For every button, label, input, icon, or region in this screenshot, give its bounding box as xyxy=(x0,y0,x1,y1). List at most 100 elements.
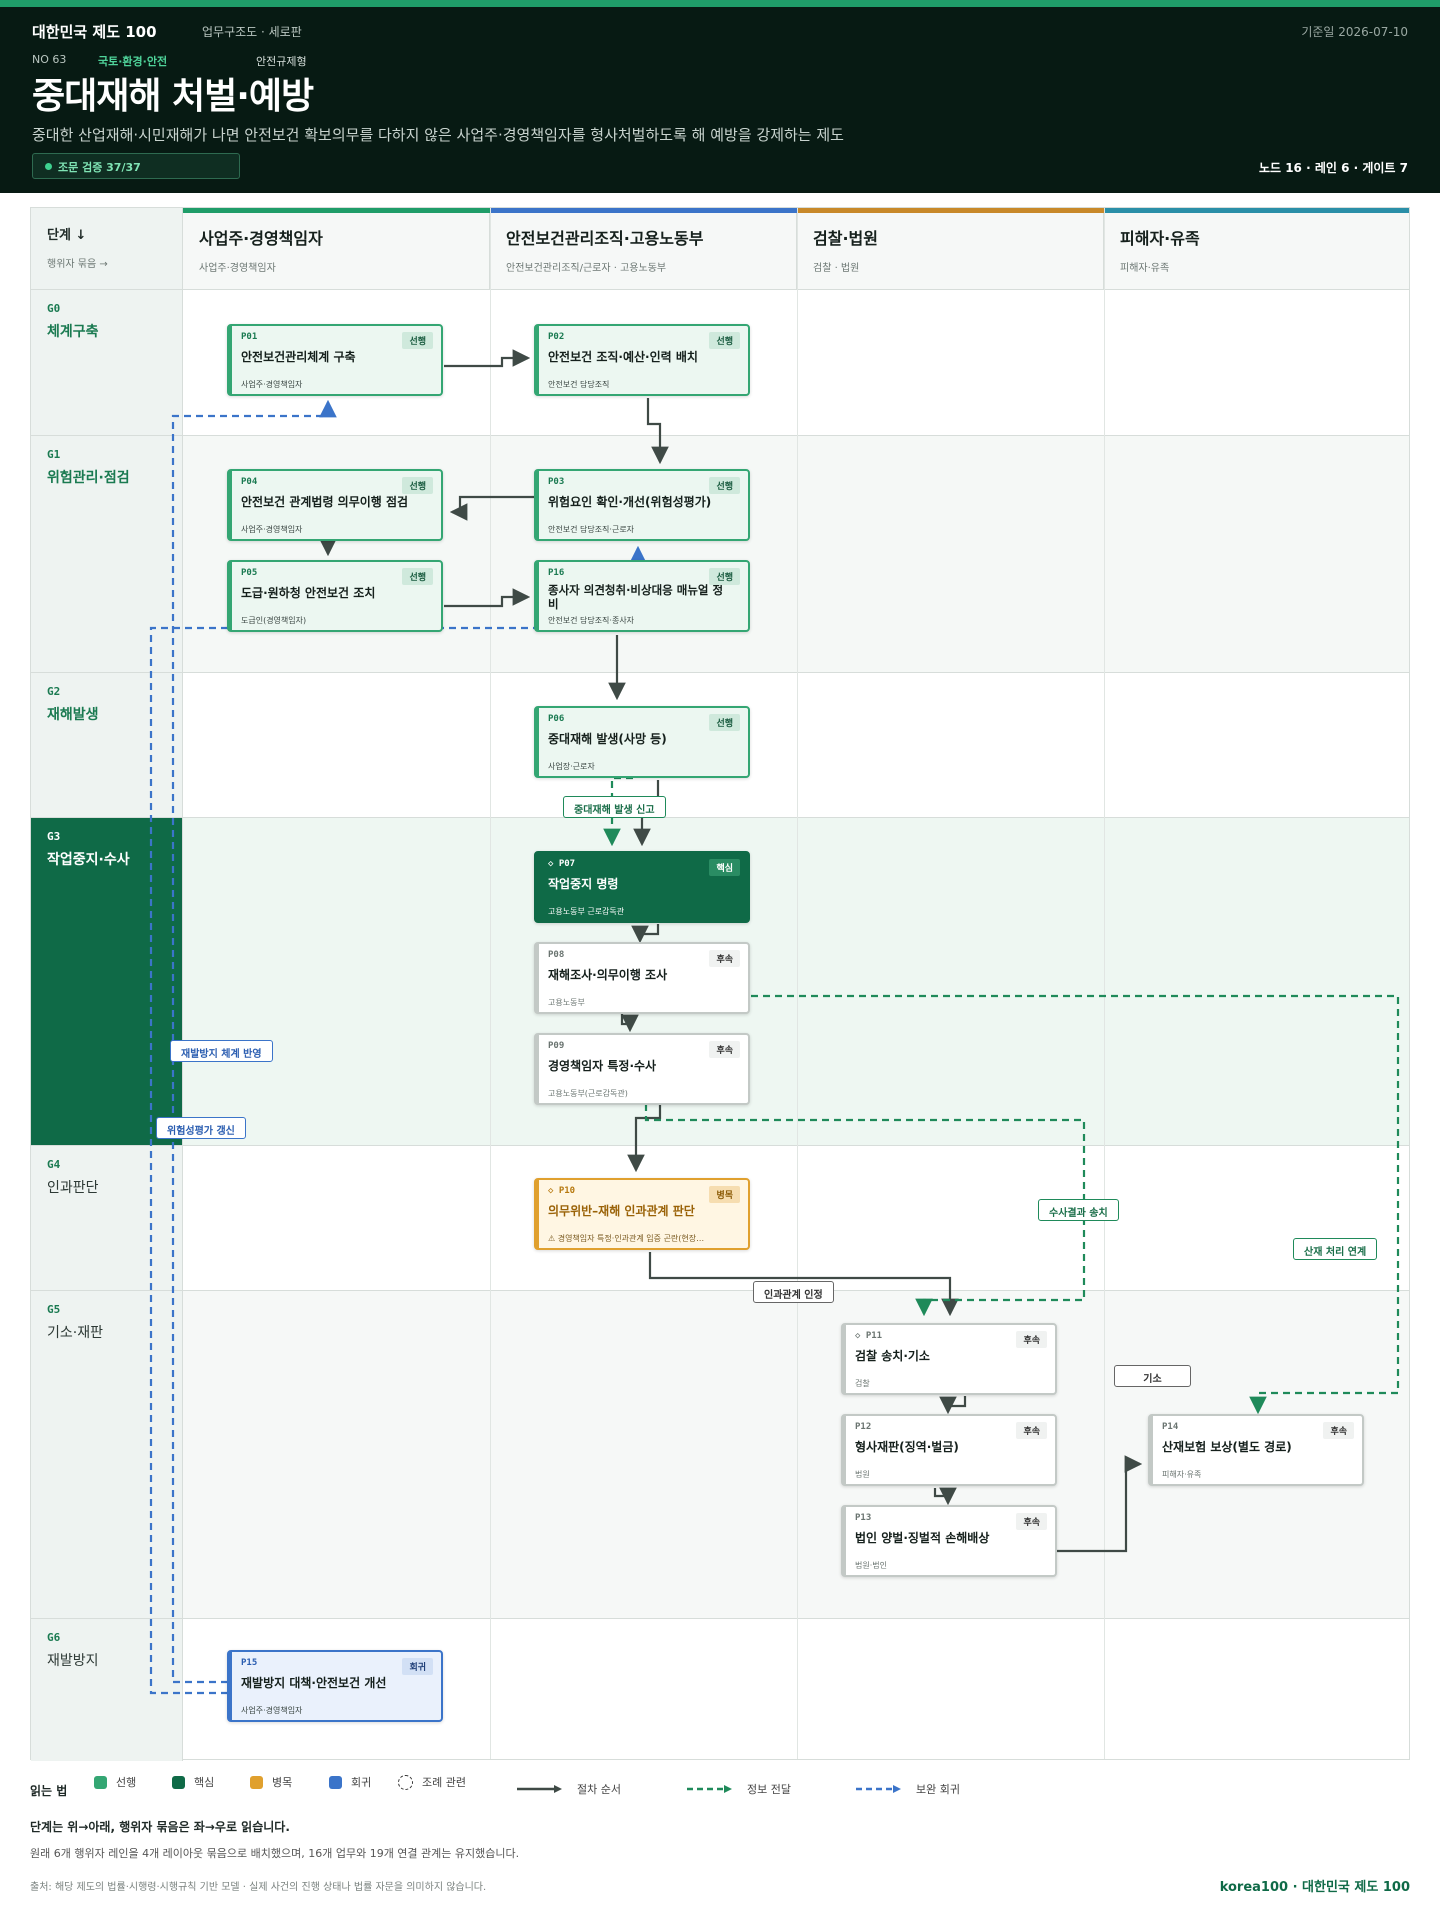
edge-label-causal: 인과관계 인정 xyxy=(753,1281,834,1303)
node-actor: ⚠ 경영책임자 특정·인과관계 입증 곤란(현장… xyxy=(548,1234,705,1243)
stage-id: G1 xyxy=(47,448,61,461)
legend-label: 핵심 xyxy=(194,1776,215,1789)
node-tag: 병목 xyxy=(709,1186,740,1203)
node-title: 산재보험 보상(별도 경로) xyxy=(1162,1440,1292,1454)
swatch-icon xyxy=(329,1775,342,1789)
page-subtitle: 중대한 산업재해·시민재해가 나면 안전보건 확보의무를 다하지 않은 사업주·… xyxy=(32,126,844,144)
node-tag: 핵심 xyxy=(709,859,740,876)
swatch-icon xyxy=(250,1775,263,1789)
footer-brand[interactable]: korea100 · 대한민국 제도 100 xyxy=(1220,1876,1410,1895)
brand-title[interactable]: 대한민국 제도 100 xyxy=(32,21,157,42)
legend-core: 핵심 xyxy=(172,1774,214,1790)
process-node-p12[interactable]: P12 후속 형사재판(징역·벌금) 법원 xyxy=(841,1414,1057,1486)
process-node-p04[interactable]: P04 선행 안전보건 관계법령 의무이행 점검 사업주·경영책임자 xyxy=(227,469,443,541)
node-tag: 선행 xyxy=(709,477,740,494)
stage-id: G0 xyxy=(47,302,61,315)
swatch-icon xyxy=(172,1775,185,1789)
process-node-p02[interactable]: P02 선행 안전보건 조직·예산·인력 배치 안전보건 담당조직 xyxy=(534,324,750,396)
legend-label: 선행 xyxy=(116,1776,137,1789)
source-note: 출처: 해당 제도의 법률·시행령·시행규칙 기반 모델 · 실제 사건의 진행… xyxy=(30,1882,487,1893)
stage-id: G4 xyxy=(47,1158,61,1171)
node-tag: 선행 xyxy=(709,568,740,585)
lane-subtitle: 피해자·유족 xyxy=(1120,263,1170,274)
legend-prior: 선행 xyxy=(94,1774,136,1790)
process-node-p11[interactable]: ◇ P11 후속 검찰 송치·기소 검찰 xyxy=(841,1323,1057,1395)
node-title: 안전보건 관계법령 의무이행 점검 xyxy=(241,495,409,509)
edge-label-indict: 기소 xyxy=(1114,1365,1191,1387)
solid-arrow-icon xyxy=(517,1785,562,1793)
stage-name: 재해발생 xyxy=(47,707,99,723)
process-node-p13[interactable]: P13 후속 법인 양벌·징벌적 손해배상 법원·법인 xyxy=(841,1505,1057,1577)
green-dashed-arrow-icon xyxy=(687,1785,732,1793)
node-actor: 안전보건 담당조직·근로자 xyxy=(548,525,635,534)
process-node-p14[interactable]: P14 후속 산재보험 보상(별도 경로) 피해자·유족 xyxy=(1148,1414,1364,1486)
node-title: 재해조사·의무이행 조사 xyxy=(548,968,668,982)
stage-label: G6 재발방지 xyxy=(31,1619,183,1761)
process-node-p03[interactable]: P03 선행 위험요인 확인·개선(위험성평가) 안전보건 담당조직·근로자 xyxy=(534,469,750,541)
page-title: 중대재해 처벌·예방 xyxy=(32,76,314,117)
process-node-p10[interactable]: ◇ P10 병목 의무위반–재해 인과관계 판단 ⚠ 경영책임자 특정·인과관계… xyxy=(534,1178,750,1250)
lane-subtitle: 사업주·경영책임자 xyxy=(199,263,276,274)
node-title: 법인 양벌·징벌적 손해배상 xyxy=(855,1531,990,1545)
process-node-p08[interactable]: P08 후속 재해조사·의무이행 조사 고용노동부 xyxy=(534,942,750,1014)
lane-divider xyxy=(490,208,491,1759)
view-label: 업무구조도 · 세로판 xyxy=(202,25,302,39)
node-title: 재발방지 대책·안전보건 개선 xyxy=(241,1676,387,1690)
node-title: 검찰 송치·기소 xyxy=(855,1349,930,1363)
stage-name: 작업중지·수사 xyxy=(47,852,130,868)
process-node-p15[interactable]: P15 회귀 재발방지 대책·안전보건 개선 사업주·경영책임자 xyxy=(227,1650,443,1722)
process-node-p07[interactable]: ◇ P07 핵심 작업중지 명령 고용노동부 근로감독관 xyxy=(534,851,750,923)
page-header: 대한민국 제도 100 업무구조도 · 세로판 기준일 2026-07-10 N… xyxy=(0,7,1440,193)
dashed-circle-icon xyxy=(398,1774,413,1790)
legend-label: 보완 회귀 xyxy=(916,1783,960,1796)
legend-label: 병목 xyxy=(272,1776,293,1789)
lane-divider xyxy=(1104,208,1105,1759)
process-node-p01[interactable]: P01 선행 안전보건관리체계 구축 사업주·경영책임자 xyxy=(227,324,443,396)
node-actor: 도급인(경영책임자) xyxy=(241,616,307,625)
node-tag: 후속 xyxy=(1016,1513,1047,1530)
node-actor: 고용노동부 근로감독관 xyxy=(548,907,625,916)
verification-text: 조문 검증 37/37 xyxy=(58,161,141,174)
legend-loop: 보완 회귀 xyxy=(856,1781,960,1797)
grid-corner: 단계 ↓ 행위자 묶음 → xyxy=(31,208,183,289)
node-actor: 고용노동부(근로감독관) xyxy=(548,1089,628,1098)
node-tag: 선행 xyxy=(709,332,740,349)
actor-axis-label: 행위자 묶음 → xyxy=(47,259,108,270)
node-actor: 고용노동부 xyxy=(548,998,585,1007)
lane-title: 사업주·경영책임자 xyxy=(199,229,323,248)
edge-label-renew: 위험성평가 갱신 xyxy=(156,1117,246,1139)
node-actor: 사업주·경영책임자 xyxy=(241,1706,303,1715)
swatch-icon xyxy=(94,1775,107,1789)
node-tag: 후속 xyxy=(1323,1422,1354,1439)
node-actor: 안전보건 담당조직 xyxy=(548,380,610,389)
process-node-p16[interactable]: P16 선행 종사자 의견청취·비상대응 매뉴얼 정비 안전보건 담당조직·종사… xyxy=(534,560,750,632)
legend-info: 정보 전달 xyxy=(687,1781,791,1797)
stage-name: 위험관리·점검 xyxy=(47,470,130,486)
lane-subtitle: 검찰 · 법원 xyxy=(813,263,860,274)
node-title: 중대재해 발생(사망 등) xyxy=(548,732,667,746)
process-node-p09[interactable]: P09 후속 경영책임자 특정·수사 고용노동부(근로감독관) xyxy=(534,1033,750,1105)
lane-header-victims: 피해자·유족 피해자·유족 xyxy=(1104,213,1409,289)
node-title: 의무위반–재해 인과관계 판단 xyxy=(548,1204,695,1218)
node-title: 경영책임자 특정·수사 xyxy=(548,1059,657,1073)
process-node-p05[interactable]: P05 선행 도급·원하청 안전보건 조치 도급인(경영책임자) xyxy=(227,560,443,632)
edge-label-report: 중대재해 발생 신고 xyxy=(563,796,666,818)
lane-header-employer: 사업주·경영책임자 사업주·경영책임자 xyxy=(183,213,490,289)
reading-note: 단계는 위→아래, 행위자 묶음은 좌→우로 읽습니다. xyxy=(30,1820,290,1834)
lane-title: 피해자·유족 xyxy=(1120,229,1200,248)
lane-title: 안전보건관리조직·고용노동부 xyxy=(506,229,704,248)
top-accent-bar xyxy=(0,0,1440,7)
node-actor: 안전보건 담당조직·종사자 xyxy=(548,616,635,625)
node-actor: 법원·법인 xyxy=(855,1561,887,1570)
process-node-p06[interactable]: P06 선행 중대재해 발생(사망 등) 사업장·근로자 xyxy=(534,706,750,778)
lane-header-prosecution: 검찰·법원 검찰 · 법원 xyxy=(797,213,1104,289)
node-tag: 선행 xyxy=(402,568,433,585)
stage-axis-label: 단계 ↓ xyxy=(47,228,87,243)
legend-label: 회귀 xyxy=(351,1776,372,1789)
stage-label: G2 재해발생 xyxy=(31,673,183,817)
legend-title: 읽는 법 xyxy=(30,1784,68,1798)
stage-name: 체계구축 xyxy=(47,324,99,340)
stage-id: G3 xyxy=(47,830,61,843)
stage-label: G4 인과판단 xyxy=(31,1146,183,1290)
node-tag: 회귀 xyxy=(402,1658,433,1675)
